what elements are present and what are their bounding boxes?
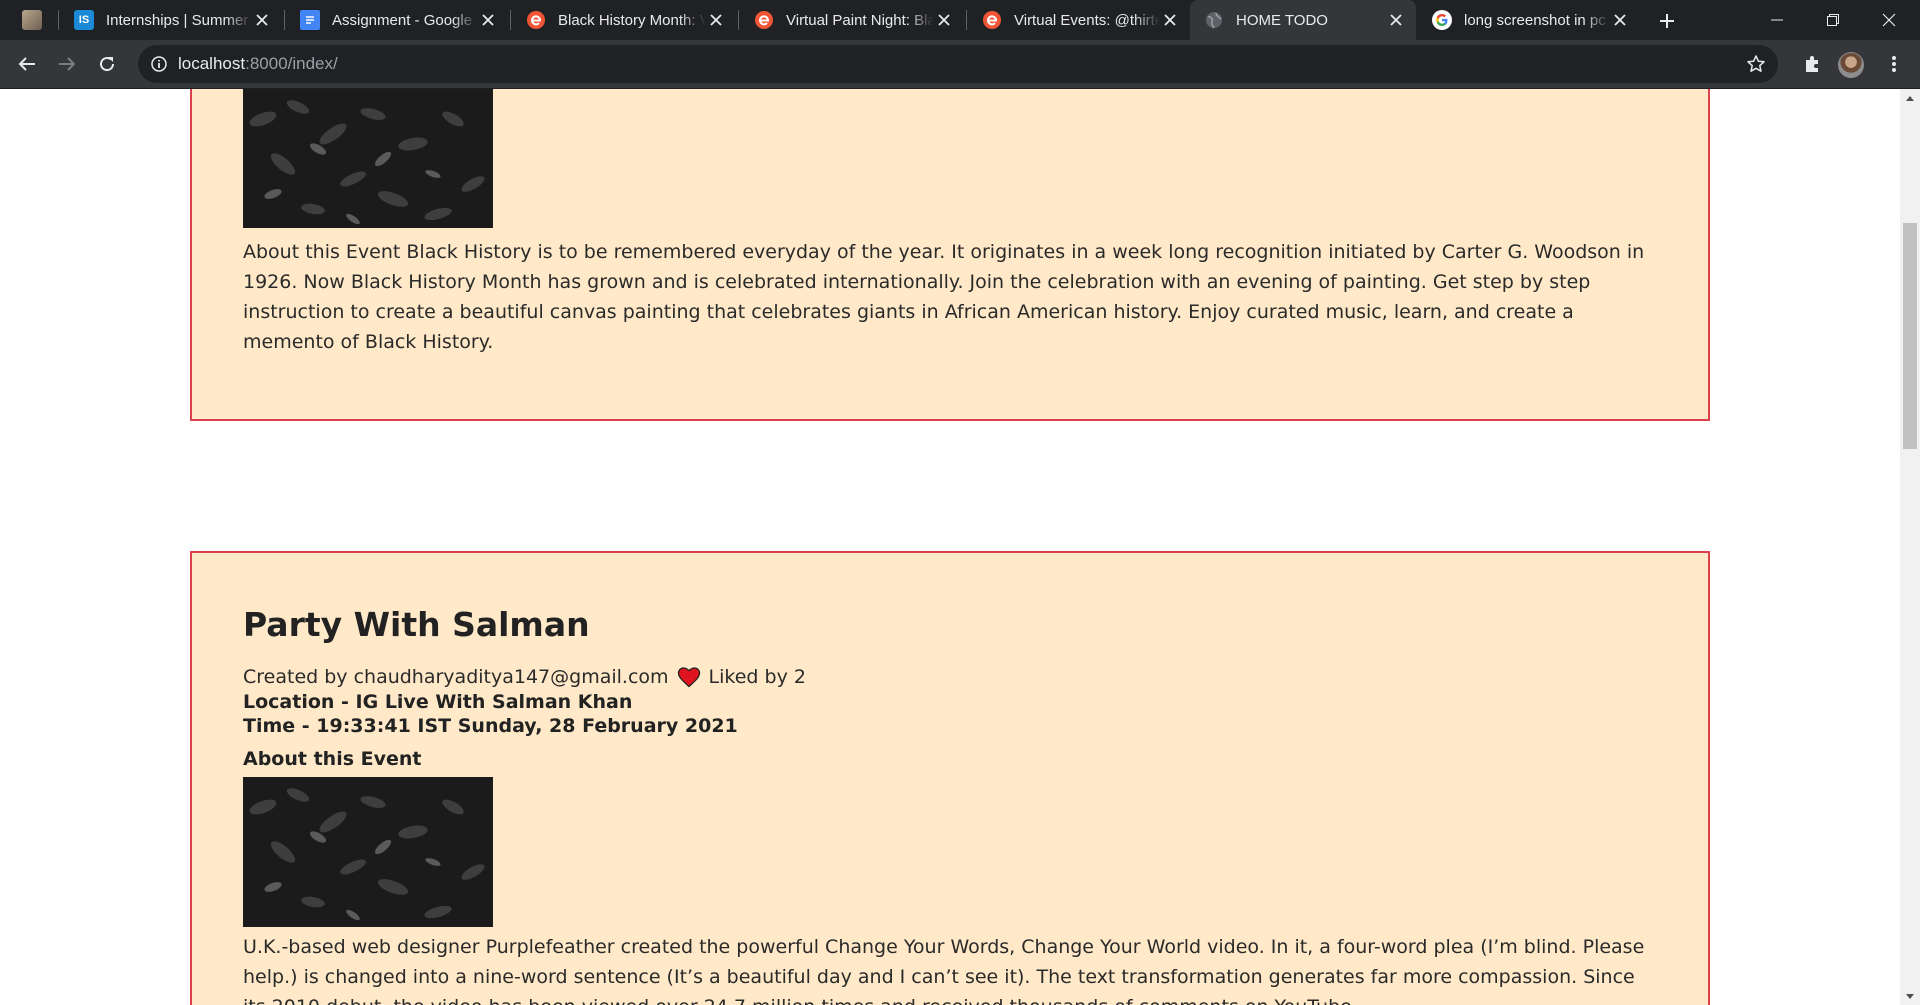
- tab-black-history-month[interactable]: Black History Month: Virtual Paint Night: [512, 0, 736, 40]
- puzzle-icon: [1806, 56, 1818, 72]
- eventbrite-icon: [526, 10, 546, 30]
- tab-pinned-profile[interactable]: [0, 0, 50, 40]
- internshala-icon: IS: [74, 10, 94, 30]
- tab-title: Virtual Events: @thirteen: [1014, 11, 1160, 29]
- extensions-button[interactable]: [1797, 49, 1827, 79]
- globe-icon: [1204, 10, 1224, 30]
- scroll-down-arrow-icon[interactable]: [1900, 988, 1920, 1005]
- plus-icon: [1660, 14, 1674, 28]
- browser-toolbar: localhost:8000/index/: [0, 40, 1920, 89]
- event-creator: Created by chaudharyaditya147@gmail.com: [243, 666, 669, 688]
- page-viewport: About this Event Black History is to be …: [0, 89, 1900, 1005]
- tab-title: Assignment - Google Docs: [332, 11, 478, 29]
- menu-button[interactable]: [1879, 49, 1909, 79]
- event-time: Time - 19:33:41 IST Sunday, 28 February …: [243, 715, 738, 737]
- forward-button[interactable]: [52, 49, 82, 79]
- new-tab-button[interactable]: [1652, 6, 1682, 36]
- about-heading: About this Event: [243, 748, 422, 770]
- profile-photo-icon: [22, 10, 42, 30]
- close-icon: [1882, 13, 1896, 27]
- reload-button[interactable]: [92, 49, 122, 79]
- tab-title: Virtual Paint Night: Black History: [786, 11, 934, 29]
- tab-title: Black History Month: Virtual Paint Night: [558, 11, 706, 29]
- tab-virtual-events[interactable]: Virtual Events: @thirteen: [968, 0, 1190, 40]
- url-path: :8000/index/: [245, 54, 338, 73]
- kebab-menu-icon: [1892, 56, 1896, 72]
- restore-icon: [1827, 14, 1839, 26]
- tab-long-screenshot[interactable]: long screenshot in pc - Google Search: [1418, 0, 1640, 40]
- close-window-button[interactable]: [1862, 0, 1916, 40]
- heart-icon[interactable]: [677, 666, 701, 688]
- eventbrite-icon: [754, 10, 774, 30]
- page-scrollbar[interactable]: [1900, 89, 1920, 1005]
- close-icon[interactable]: [934, 10, 954, 30]
- back-button[interactable]: [12, 49, 42, 79]
- tab-title: long screenshot in pc - Google Search: [1464, 11, 1610, 29]
- event-card: About this Event Black History is to be …: [190, 89, 1710, 421]
- tab-separator: [966, 10, 967, 30]
- minimize-button[interactable]: [1750, 0, 1804, 40]
- tab-title: HOME TODO: [1236, 11, 1328, 29]
- tab-virtual-paint-night[interactable]: Virtual Paint Night: Black History: [740, 0, 964, 40]
- url-host: localhost: [178, 54, 246, 73]
- arrow-right-icon: [59, 57, 76, 71]
- scrollbar-thumb[interactable]: [1903, 223, 1917, 449]
- eventbrite-icon: [982, 10, 1002, 30]
- avatar[interactable]: [1838, 52, 1864, 78]
- likes-count: Liked by 2: [708, 666, 806, 688]
- close-icon[interactable]: [1610, 10, 1630, 30]
- google-docs-icon: [300, 10, 320, 30]
- tab-separator: [58, 10, 59, 30]
- reload-icon: [100, 57, 115, 72]
- tab-separator: [738, 10, 739, 30]
- close-icon[interactable]: [1160, 10, 1180, 30]
- restore-button[interactable]: [1806, 0, 1860, 40]
- tab-internships[interactable]: IS Internships | Summer Internships: [60, 0, 282, 40]
- tab-title: Internships | Summer Internships: [106, 11, 252, 29]
- event-meta: Created by chaudharyaditya147@gmail.com …: [243, 666, 806, 688]
- tab-separator: [284, 10, 285, 30]
- event-image: [243, 777, 493, 927]
- close-icon[interactable]: [252, 10, 272, 30]
- event-description: About this Event Black History is to be …: [243, 241, 1645, 353]
- info-icon[interactable]: [150, 55, 168, 73]
- address-bar[interactable]: localhost:8000/index/: [138, 45, 1778, 83]
- tab-home-todo[interactable]: HOME TODO: [1190, 0, 1416, 40]
- google-icon: [1432, 10, 1452, 30]
- tab-strip: IS Internships | Summer Internships Assi…: [0, 0, 1920, 40]
- event-location: Location - IG Live With Salman Khan: [243, 691, 633, 713]
- close-icon[interactable]: [706, 10, 726, 30]
- minimize-icon: [1771, 19, 1783, 21]
- event-image: [243, 89, 493, 228]
- event-title: Party With Salman: [243, 605, 590, 644]
- bookmark-star-icon[interactable]: [1746, 54, 1766, 74]
- tab-separator: [510, 10, 511, 30]
- event-card: Party With Salman Created by chaudharyad…: [190, 551, 1710, 1005]
- tab-assignment[interactable]: Assignment - Google Docs: [286, 0, 508, 40]
- event-description: U.K.-based web designer Purplefeather cr…: [243, 936, 1645, 1005]
- close-icon[interactable]: [478, 10, 498, 30]
- scroll-up-arrow-icon[interactable]: [1900, 89, 1920, 106]
- close-icon[interactable]: [1386, 10, 1406, 30]
- arrow-left-icon: [18, 57, 35, 71]
- url-text: localhost:8000/index/: [178, 54, 338, 74]
